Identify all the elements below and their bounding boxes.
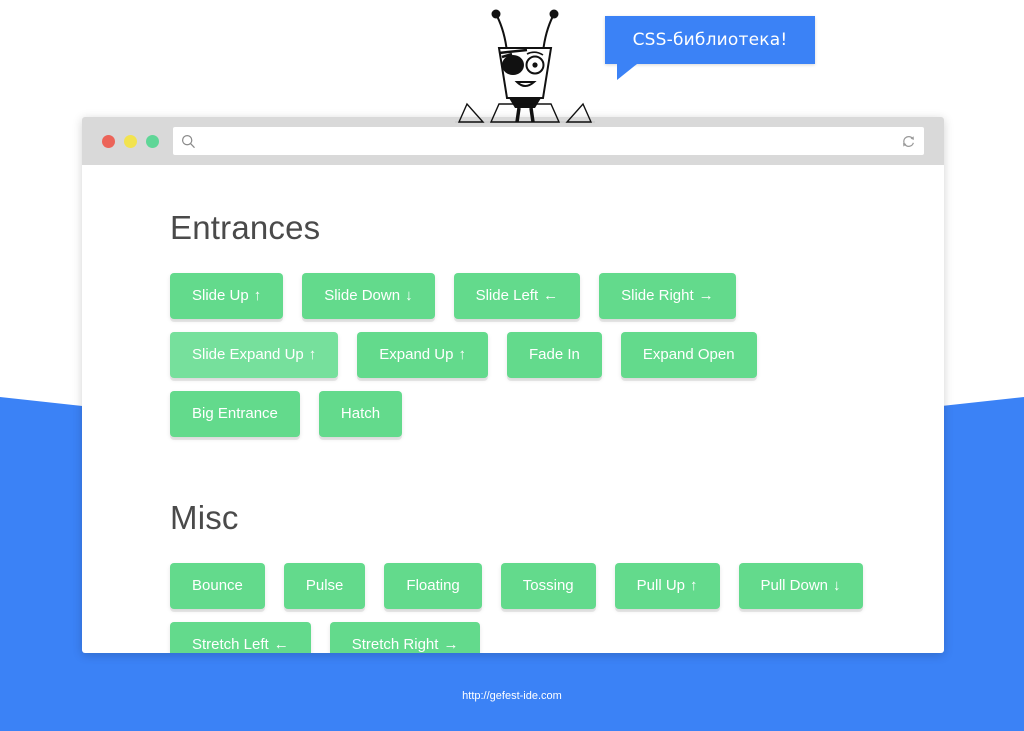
animation-button-pulse[interactable]: Pulse <box>283 563 366 609</box>
maximize-button[interactable] <box>146 134 159 148</box>
robot-pupil <box>532 62 538 68</box>
reload-icon[interactable] <box>901 134 916 149</box>
animation-button-bounce[interactable]: Bounce <box>170 563 265 609</box>
animation-button-slide-right[interactable]: Slide Right → <box>599 273 736 319</box>
animation-button-pull-down[interactable]: Pull Down ↓ <box>738 563 863 609</box>
window-controls <box>102 134 159 148</box>
button-label: Bounce <box>192 577 243 594</box>
animation-button-slide-expand-up[interactable]: Slide Expand Up ↑ <box>170 332 339 378</box>
button-label: Hatch <box>340 405 381 422</box>
button-label: Floating <box>406 577 460 594</box>
animation-button-pull-up[interactable]: Pull Up ↑ <box>614 563 720 609</box>
animation-button-stretch-left[interactable]: Stretch Left ← <box>170 622 311 653</box>
antenna-right <box>542 15 554 53</box>
button-label: Pulse <box>305 577 344 594</box>
button-arrow-icon: → <box>698 287 714 304</box>
speech-bubble-text: CSS-библиотека! <box>632 30 788 50</box>
button-label: Pull Up <box>636 577 685 594</box>
button-arrow-icon: ← <box>543 287 559 304</box>
button-label: Slide Expand Up <box>192 346 304 363</box>
url-input[interactable] <box>202 126 895 156</box>
button-label: Tossing <box>522 577 574 594</box>
animation-button-stretch-right[interactable]: Stretch Right → <box>329 622 481 653</box>
button-arrow-icon: → <box>443 636 459 653</box>
animation-button-tossing[interactable]: Tossing <box>500 563 596 609</box>
animation-button-slide-down[interactable]: Slide Down ↓ <box>302 273 435 319</box>
section-entrances: Entrances Slide Up ↑ Slide Down ↓ Slide Left ←… <box>170 209 944 437</box>
button-label: Stretch Left <box>192 636 269 653</box>
button-label: Expand Up <box>379 346 454 363</box>
robot-leg-right <box>529 107 535 123</box>
animation-button-fade-in[interactable]: Fade In <box>506 332 602 378</box>
button-label: Pull Down <box>760 577 829 594</box>
button-arrow-icon: ↓ <box>833 577 841 594</box>
animation-button-hatch[interactable]: Hatch <box>318 391 403 437</box>
animation-button-floating[interactable]: Floating <box>384 563 482 609</box>
eyepatch <box>502 55 524 75</box>
animation-button-slide-up[interactable]: Slide Up ↑ <box>170 273 284 319</box>
animation-button-expand-up[interactable]: Expand Up ↑ <box>357 332 488 378</box>
button-label: Slide Right <box>621 287 694 304</box>
button-arrow-icon: ↑ <box>308 346 317 363</box>
browser-window-mockup: Entrances Slide Up ↑ Slide Down ↓ Slide Left ←… <box>82 117 944 653</box>
search-icon <box>181 134 196 149</box>
button-arrow-icon: ↑ <box>253 287 262 304</box>
button-label: Big Entrance <box>192 405 278 422</box>
animation-button-expand-open[interactable]: Expand Open <box>620 332 757 378</box>
pirate-robot-mascot <box>455 9 595 123</box>
section-title-entrances: Entrances <box>170 209 321 246</box>
button-label: Expand Open <box>642 346 735 363</box>
footer-url[interactable]: http://gefest-ide.com <box>0 690 1024 702</box>
button-arrow-icon: ↑ <box>458 346 466 363</box>
button-row-misc: Bounce Pulse Floating Tossing Pull Up ↑ Pull D… <box>170 563 890 653</box>
demo-page-content: Entrances Slide Up ↑ Slide Down ↓ Slide Left ←… <box>82 165 944 653</box>
robot-leg-left <box>515 107 521 123</box>
section-misc: Misc Bounce Pulse Floating Tossing Pull Up ↑ Pu… <box>170 499 944 653</box>
button-label: Stretch Right <box>351 636 439 653</box>
button-row-entrances: Slide Up ↑ Slide Down ↓ Slide Left ← Slide Rig… <box>170 273 890 437</box>
button-label: Slide Up <box>192 287 249 304</box>
minimize-button[interactable] <box>124 134 137 148</box>
button-label: Slide Left <box>475 287 539 304</box>
antenna-left <box>496 15 508 53</box>
button-arrow-icon: ← <box>273 636 289 653</box>
button-arrow-icon: ↑ <box>690 577 698 594</box>
decor-triangle-right <box>565 102 593 123</box>
close-button[interactable] <box>102 134 115 148</box>
animation-button-slide-left[interactable]: Slide Left ← <box>453 273 581 319</box>
button-arrow-icon: ↓ <box>405 287 413 304</box>
robot-neck <box>509 98 541 108</box>
animation-button-big-entrance[interactable]: Big Entrance <box>170 391 300 437</box>
decor-triangle-left <box>457 102 485 123</box>
button-label: Slide Down <box>324 287 401 304</box>
button-label: Fade In <box>528 346 580 363</box>
address-bar[interactable] <box>173 126 924 156</box>
section-title-misc: Misc <box>170 499 239 536</box>
antenna-tip-left <box>491 9 501 19</box>
antenna-tip-right <box>549 9 559 19</box>
speech-bubble: CSS-библиотека! <box>605 16 815 80</box>
